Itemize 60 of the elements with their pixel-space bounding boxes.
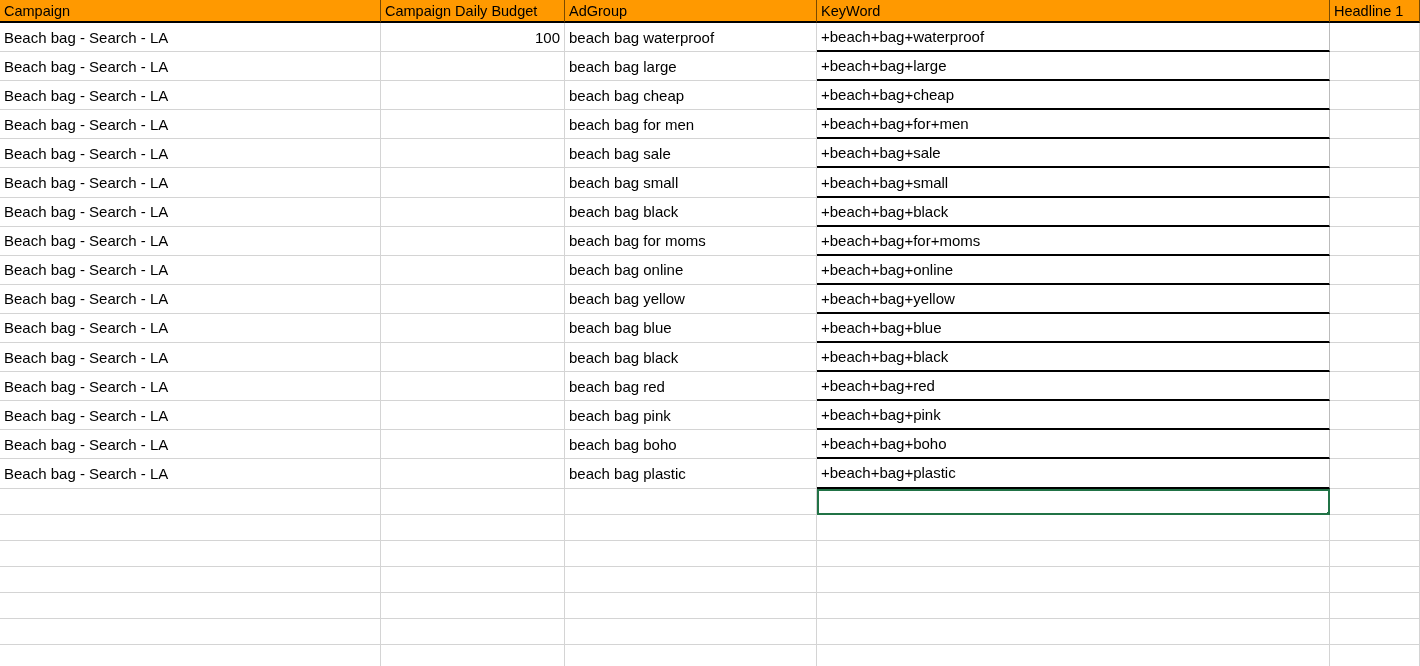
table-cell: Beach bag - Search - LA	[4, 435, 169, 453]
table-cell: +beach+bag+for+moms	[821, 231, 981, 249]
table-cell: Beach bag - Search - LA	[4, 86, 169, 104]
table-cell: Beach bag - Search - LA	[4, 348, 169, 366]
table-cell: Beach bag - Search - LA	[4, 319, 169, 337]
table-cell: Beach bag - Search - LA	[4, 57, 169, 75]
table-cell: +beach+bag+boho	[821, 435, 947, 453]
table-cell: Beach bag - Search - LA	[4, 406, 169, 424]
table-cell: +beach+bag+large	[821, 57, 947, 75]
column-header: AdGroup	[565, 0, 817, 23]
table-cell: beach bag boho	[569, 435, 677, 453]
table-cell: Beach bag - Search - LA	[4, 377, 169, 395]
column-header: KeyWord	[817, 0, 1330, 23]
table-cell: beach bag pink	[569, 406, 671, 424]
table-cell: beach bag sale	[569, 144, 671, 162]
table-cell: Beach bag - Search - LA	[4, 232, 169, 250]
table-cell: Beach bag - Search - LA	[4, 203, 169, 221]
table-cell: 100	[534, 28, 560, 46]
table-cell: +beach+bag+cheap	[821, 86, 955, 104]
table-cell: beach bag large	[569, 57, 677, 75]
empty-cell[interactable]	[817, 514, 1330, 541]
table-cell: Beach bag - Search - LA	[4, 28, 169, 46]
table-cell: Beach bag - Search - LA	[4, 261, 169, 279]
table-cell: +beach+bag+waterproof	[821, 28, 985, 46]
table-cell: +beach+bag+sale	[821, 144, 941, 162]
table-cell: +beach+bag+pink	[821, 406, 941, 424]
table-cell: Beach bag - Search - LA	[4, 464, 169, 482]
table-cell: +beach+bag+red	[821, 377, 935, 395]
table-cell: Beach bag - Search - LA	[4, 144, 169, 162]
table-cell: beach bag waterproof	[569, 28, 715, 46]
table-cell: beach bag black	[569, 203, 679, 221]
table-cell: +beach+bag+blue	[821, 319, 942, 336]
table-cell: +beach+bag+plastic	[821, 464, 956, 482]
table-cell: beach bag yellow	[569, 290, 685, 308]
table-cell: beach bag black	[569, 348, 679, 366]
table-cell: +beach+bag+black	[821, 348, 949, 366]
table-cell: +beach+bag+online	[821, 260, 954, 278]
table-cell: beach bag small	[569, 174, 679, 191]
table-cell: +beach+bag+yellow	[821, 289, 955, 307]
empty-cell[interactable]	[817, 592, 1330, 619]
table-cell: Beach bag - Search - LA	[4, 290, 169, 308]
column-header: Campaign	[0, 0, 381, 23]
table-cell: beach bag blue	[569, 319, 672, 337]
empty-cell[interactable]	[817, 566, 1330, 593]
selected-cell[interactable]	[817, 488, 1330, 515]
empty-cell[interactable]	[817, 618, 1330, 645]
column-header: Headline 1	[1330, 0, 1420, 23]
column-header: Campaign Daily Budget	[381, 0, 565, 23]
table-cell: beach bag red	[569, 377, 665, 395]
table-cell: beach bag plastic	[569, 464, 686, 482]
table-cell: beach bag cheap	[569, 86, 685, 104]
empty-cell[interactable]	[817, 540, 1330, 567]
table-cell: beach bag for men	[569, 115, 695, 133]
table-cell: +beach+bag+small	[821, 173, 949, 191]
table-cell: beach bag online	[569, 261, 684, 279]
table-cell: Beach bag - Search - LA	[4, 115, 169, 133]
table-cell: Beach bag - Search - LA	[4, 174, 169, 191]
table-cell: +beach+bag+black	[821, 202, 949, 220]
table-cell: +beach+bag+for+men	[821, 115, 969, 133]
table-cell: beach bag for moms	[569, 232, 706, 250]
